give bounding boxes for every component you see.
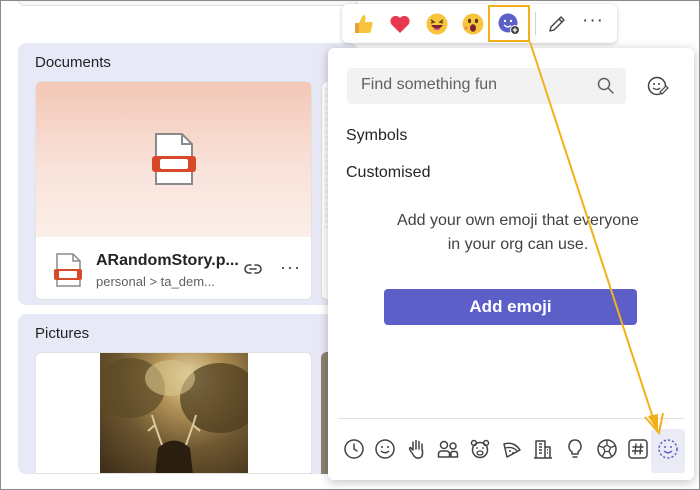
category-symbols[interactable]: Symbols [346, 127, 407, 145]
link-icon[interactable] [243, 259, 263, 279]
custom-emoji-settings-icon[interactable] [646, 74, 670, 98]
search-box [347, 68, 626, 104]
pictures-title: Pictures [35, 325, 90, 342]
pencil-icon[interactable] [547, 14, 567, 34]
deer-photo[interactable] [100, 353, 248, 473]
file-name[interactable]: ARandomStory.p... [96, 252, 239, 270]
search-input[interactable] [361, 76, 591, 94]
food-icon[interactable] [500, 437, 524, 461]
search-icon[interactable] [596, 76, 616, 96]
emoji-picker: Symbols Customised Add your own emoji th… [328, 48, 694, 480]
documents-section: Documents ARandomStory.p... personal > t… [18, 43, 358, 305]
empty-state-message: Add your own emoji that everyone in your… [368, 209, 668, 257]
clock-icon[interactable] [342, 437, 366, 461]
add-custom-emoji-icon[interactable] [497, 12, 521, 36]
custom-category-icon[interactable] [656, 437, 680, 461]
surprised-face-icon[interactable] [461, 12, 485, 36]
building-icon[interactable] [531, 437, 555, 461]
hashtag-icon[interactable] [626, 437, 650, 461]
previous-message-card [18, 0, 358, 6]
thumbs-up-icon[interactable] [352, 12, 376, 36]
file-type-icon [54, 253, 82, 287]
more-options-icon[interactable]: ··· [280, 257, 301, 278]
empty-state-line-2: in your org can use. [447, 236, 589, 253]
file-path: personal > ta_dem... [96, 274, 215, 289]
laughing-face-icon[interactable] [425, 12, 449, 36]
people-icon[interactable] [436, 437, 460, 461]
smiley-icon[interactable] [373, 437, 397, 461]
reaction-bar: ··· [342, 4, 617, 43]
hand-icon[interactable] [405, 437, 429, 461]
lightbulb-icon[interactable] [563, 437, 587, 461]
empty-state-line-1: Add your own emoji that everyone [397, 212, 639, 229]
soccer-ball-icon[interactable] [595, 437, 619, 461]
heart-icon[interactable] [388, 12, 412, 36]
picture-card[interactable] [35, 352, 312, 474]
more-options-icon[interactable]: ··· [582, 10, 604, 32]
divider [535, 12, 536, 35]
documents-title: Documents [35, 54, 111, 71]
animal-icon[interactable] [468, 437, 492, 461]
category-bar-divider [338, 418, 684, 419]
add-emoji-button[interactable]: Add emoji [384, 289, 637, 325]
file-footer: ARandomStory.p... personal > ta_dem... ·… [36, 237, 311, 299]
file-card[interactable]: ARandomStory.p... personal > ta_dem... ·… [35, 81, 312, 300]
document-icon [152, 133, 196, 185]
file-preview[interactable] [36, 82, 311, 237]
category-customised[interactable]: Customised [346, 164, 430, 182]
pictures-section: Pictures [18, 314, 358, 474]
